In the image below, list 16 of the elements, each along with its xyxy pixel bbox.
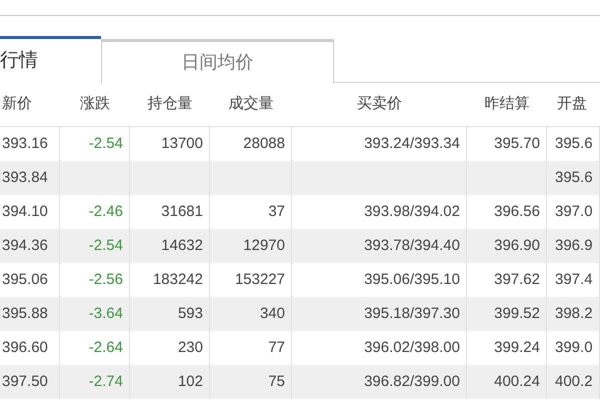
column-header: 持仓量 bbox=[146, 94, 194, 114]
column-header: 买卖价 bbox=[356, 94, 403, 114]
tab[interactable]: 行情 bbox=[0, 36, 101, 83]
tab[interactable]: 日间均价 bbox=[101, 39, 334, 83]
column-header: 昨结算 bbox=[484, 94, 530, 114]
column-header: 开盘 bbox=[556, 94, 588, 114]
table-cell: -2.74 bbox=[60, 365, 130, 399]
column-header: 成交量 bbox=[228, 94, 274, 114]
column-header: 涨跌 bbox=[79, 94, 111, 114]
table-cell: 400.2 bbox=[547, 365, 600, 399]
table-cell: 75 bbox=[210, 365, 292, 399]
table-cell: 396.82/399.00 bbox=[292, 365, 467, 399]
table-cell: 102 bbox=[130, 365, 210, 399]
table-cell: 400.24 bbox=[467, 365, 547, 399]
column-header: 新价 bbox=[1, 94, 33, 114]
table-cell: 397.50 bbox=[0, 365, 60, 399]
